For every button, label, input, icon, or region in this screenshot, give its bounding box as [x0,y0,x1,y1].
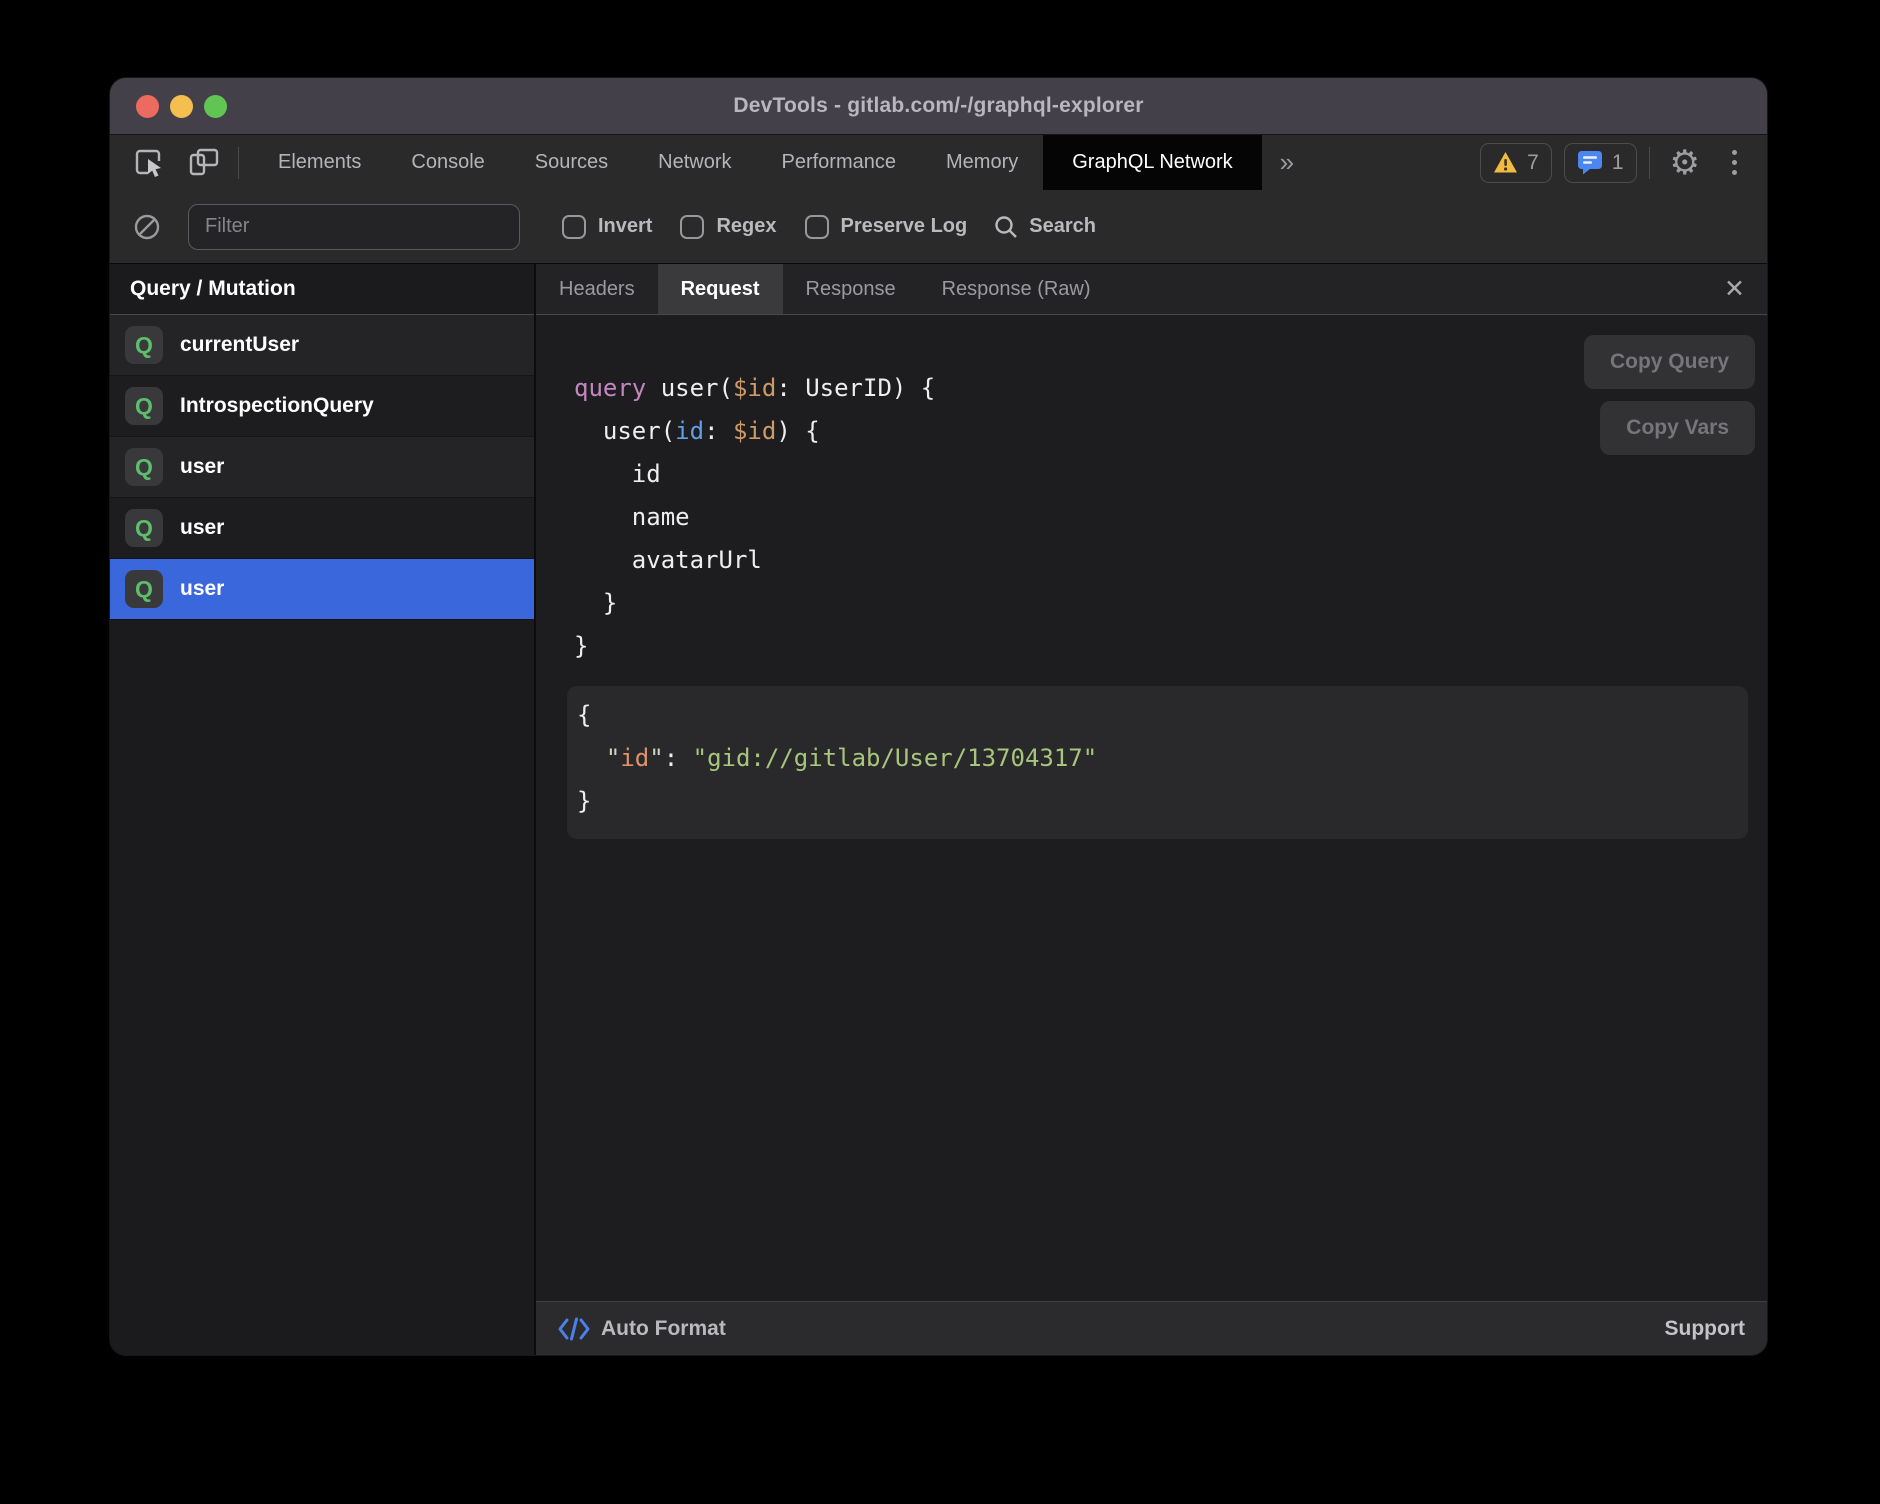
tabbar-icons [110,135,253,190]
tab-graphql-network[interactable]: GraphQL Network [1043,135,1261,190]
message-count: 1 [1612,151,1624,175]
tab-performance[interactable]: Performance [757,135,922,190]
tab-console[interactable]: Console [386,135,509,190]
tab-request[interactable]: Request [658,264,783,314]
zoom-window-button[interactable] [204,95,227,118]
toolbar-divider [238,147,239,179]
query-variables-block: { "id": "gid://gitlab/User/13704317"} [567,686,1748,839]
tab-elements[interactable]: Elements [253,135,386,190]
filter-options: Invert Regex Preserve Log [562,215,967,239]
search-control[interactable]: Search [993,214,1096,240]
invert-checkbox[interactable]: Invert [562,215,652,239]
tab-network[interactable]: Network [633,135,756,190]
detail-pane: Headers Request Response Response (Raw) … [536,264,1767,1355]
tab-response-raw[interactable]: Response (Raw) [919,264,1114,314]
checkbox-box[interactable] [680,215,704,239]
main-split: Query / Mutation Q currentUser Q Introsp… [110,264,1767,1355]
close-detail-icon[interactable]: ✕ [1702,264,1767,314]
auto-format-label: Auto Format [601,1317,726,1341]
graphql-query-code: query user($id: UserID) { user(id: $id) … [536,315,1767,668]
filter-bar: Invert Regex Preserve Log Search [110,190,1767,264]
tabbar-right-divider [1649,147,1650,179]
clear-icon[interactable] [132,212,162,242]
settings-gear-icon[interactable]: ⚙ [1662,146,1708,180]
query-type-badge: Q [125,387,163,425]
device-toolbar-icon[interactable] [184,143,224,183]
request-label: IntrospectionQuery [180,394,374,418]
query-type-badge: Q [125,570,163,608]
request-label: user [180,455,224,479]
auto-format-button[interactable]: Auto Format [558,1316,726,1342]
tab-headers[interactable]: Headers [536,264,658,314]
close-window-button[interactable] [136,95,159,118]
request-label: user [180,516,224,540]
detail-tabs: Headers Request Response Response (Raw) … [536,264,1767,315]
request-row-introspectionQuery[interactable]: Q IntrospectionQuery [110,376,534,437]
minimize-window-button[interactable] [170,95,193,118]
code-format-icon [558,1316,590,1342]
more-tabs-chevron-icon[interactable]: » [1262,135,1312,190]
devtools-window: DevTools - gitlab.com/-/graphql-explorer… [110,78,1767,1355]
regex-checkbox[interactable]: Regex [680,215,776,239]
checkbox-box[interactable] [805,215,829,239]
warning-count: 7 [1527,151,1539,175]
kebab-menu-icon[interactable] [1720,150,1749,175]
request-list-sidebar: Query / Mutation Q currentUser Q Introsp… [110,264,536,1355]
search-icon [993,214,1019,240]
copy-buttons: Copy Query Copy Vars [1584,335,1755,455]
window-title: DevTools - gitlab.com/-/graphql-explorer [733,94,1143,118]
copy-query-button[interactable]: Copy Query [1584,335,1755,389]
devtools-tabbar: Elements Console Sources Network Perform… [110,134,1767,190]
warnings-badge[interactable]: 7 [1480,143,1552,183]
inspect-element-icon[interactable] [130,143,170,183]
query-type-badge: Q [125,326,163,364]
tab-response[interactable]: Response [783,264,919,314]
request-row-user-1[interactable]: Q user [110,437,534,498]
query-type-badge: Q [125,448,163,486]
filter-input[interactable] [188,204,520,250]
support-link[interactable]: Support [1665,1317,1745,1341]
search-label: Search [1029,215,1096,238]
request-tab-content: Copy Query Copy Vars query user($id: Use… [536,315,1767,1301]
query-type-badge: Q [125,509,163,547]
copy-vars-button[interactable]: Copy Vars [1600,401,1755,455]
request-label: currentUser [180,333,299,357]
sidebar-header: Query / Mutation [110,264,534,315]
invert-label: Invert [598,215,652,238]
titlebar: DevTools - gitlab.com/-/graphql-explorer [110,78,1767,134]
traffic-lights [136,78,227,134]
message-icon [1577,150,1603,175]
messages-badge[interactable]: 1 [1564,143,1637,183]
checkbox-box[interactable] [562,215,586,239]
tab-memory[interactable]: Memory [921,135,1043,190]
tabbar-right-controls: 7 1 ⚙ [1480,135,1767,190]
request-row-user-3-selected[interactable]: Q user [110,559,534,620]
warning-icon [1493,151,1518,174]
regex-label: Regex [716,215,776,238]
request-row-user-2[interactable]: Q user [110,498,534,559]
request-label: user [180,577,224,601]
detail-footer: Auto Format Support [536,1301,1767,1355]
tab-sources[interactable]: Sources [510,135,633,190]
request-row-currentUser[interactable]: Q currentUser [110,315,534,376]
preserve-log-label: Preserve Log [841,215,968,238]
preserve-log-checkbox[interactable]: Preserve Log [805,215,968,239]
